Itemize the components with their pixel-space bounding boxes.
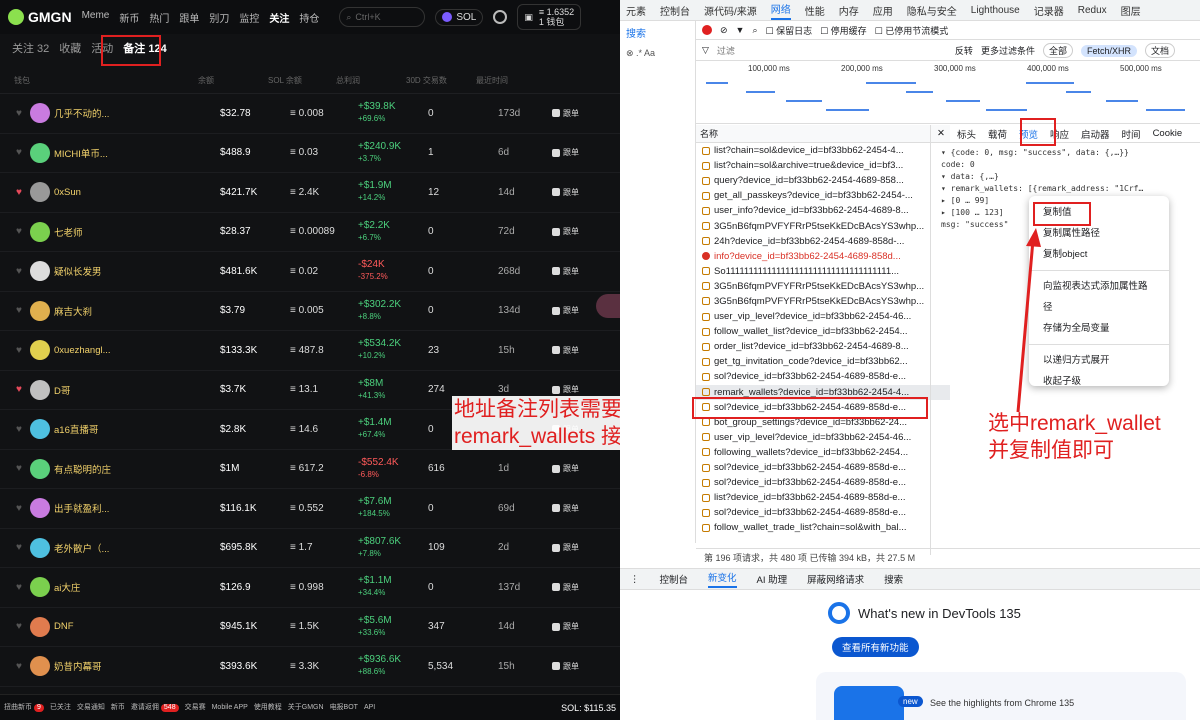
annotation-arrow [1016, 228, 1041, 413]
